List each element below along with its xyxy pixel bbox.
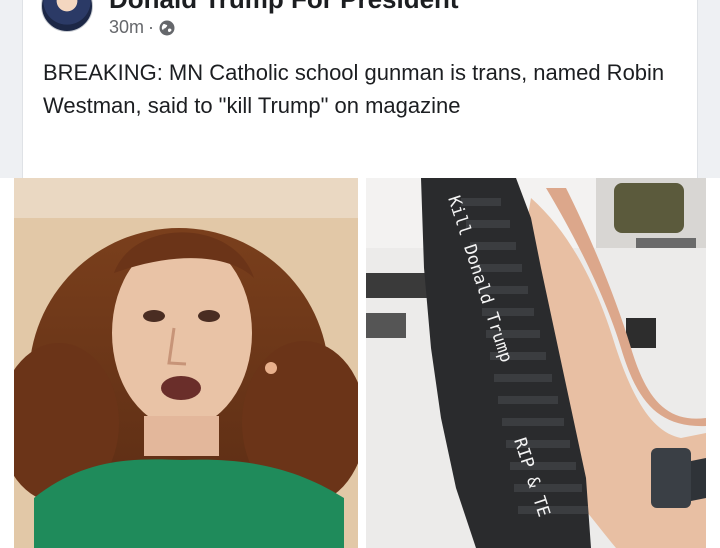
meta-separator: · — [148, 17, 155, 37]
post-timestamp[interactable]: 30m — [109, 17, 144, 38]
photo-grid: Kill Donald Trump RIP & TE — [0, 178, 720, 548]
page-avatar[interactable] — [41, 0, 93, 32]
photo-left[interactable] — [14, 178, 358, 548]
globe-icon — [159, 20, 175, 35]
magazine-image: Kill Donald Trump RIP & TE — [366, 178, 706, 548]
portrait-image — [14, 178, 358, 548]
post-card: Donald Trump For President 30m · BREAKIN… — [22, 0, 698, 178]
page-name-link[interactable]: Donald Trump For President — [109, 0, 459, 15]
photo-right[interactable]: Kill Donald Trump RIP & TE — [366, 178, 706, 548]
post-body-text: BREAKING: MN Catholic school gunman is t… — [43, 60, 665, 118]
post-meta: 30m · — [109, 17, 176, 38]
